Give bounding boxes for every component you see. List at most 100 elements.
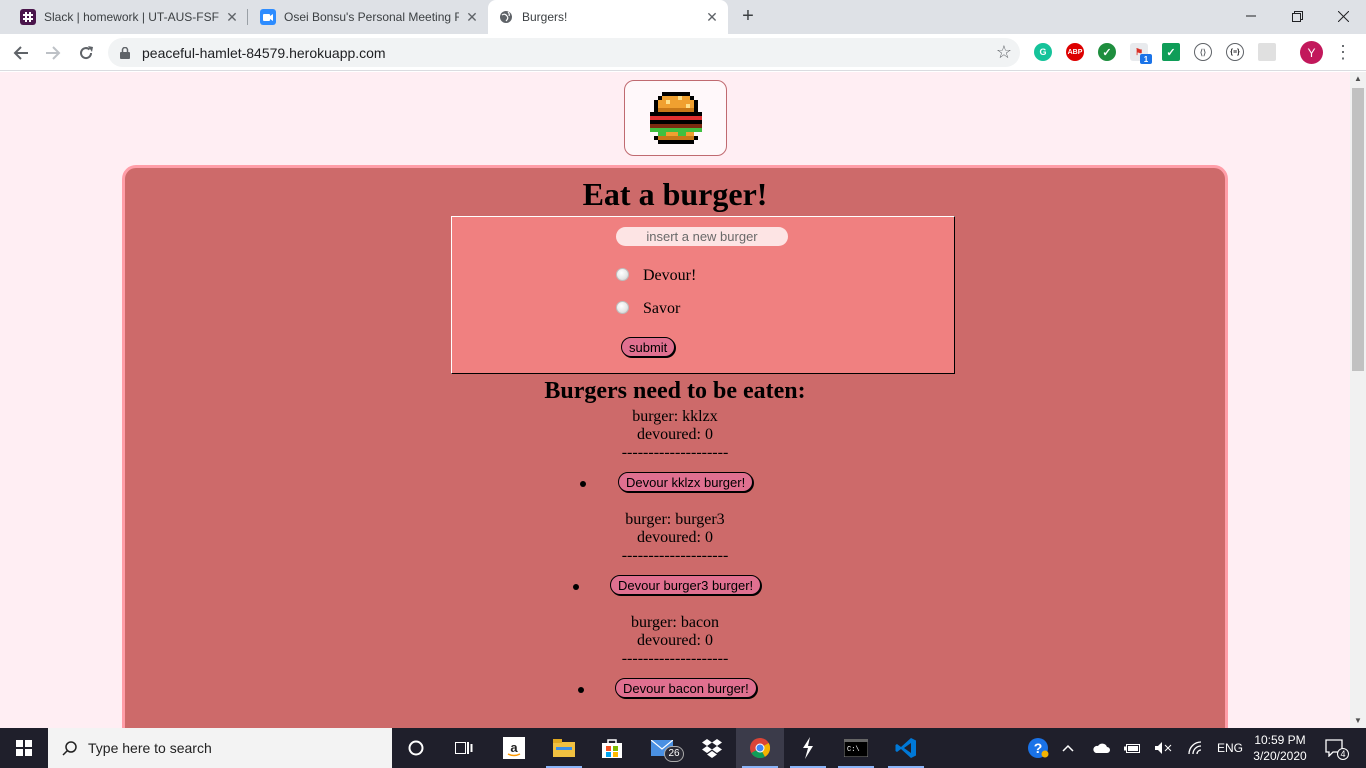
battery-icon[interactable]: [1122, 728, 1144, 768]
savor-label: Savor: [643, 300, 681, 317]
windows-taskbar: Type here to search a 26 C:\ ? ENG 10:59…: [0, 728, 1366, 768]
devour-label: Devour!: [643, 267, 697, 284]
tab-zoom[interactable]: Osei Bonsu's Personal Meeting R ✕: [248, 0, 488, 34]
zoom-icon: [260, 9, 276, 25]
browser-tab-strip: Slack | homework | UT-AUS-FSF-P ✕ Osei B…: [0, 0, 1366, 34]
close-tab-icon[interactable]: ✕: [224, 9, 240, 25]
close-window-icon[interactable]: [1320, 0, 1366, 32]
burger-list-title: Burgers need to be eaten:: [544, 378, 806, 404]
terminal-icon[interactable]: C:\: [832, 728, 880, 768]
tab-burgers[interactable]: Burgers! ✕: [488, 0, 728, 34]
taskbar-search[interactable]: Type here to search: [48, 728, 392, 768]
dropbox-icon[interactable]: [688, 728, 736, 768]
burger-name-input[interactable]: [616, 227, 788, 246]
globe-icon: [498, 9, 514, 25]
task-view-icon[interactable]: [440, 728, 488, 768]
page-title: Eat a burger!: [582, 176, 768, 212]
page-scrollbar[interactable]: ▲ ▼: [1350, 72, 1366, 728]
amazon-icon[interactable]: a: [490, 728, 538, 768]
cortana-icon[interactable]: [392, 728, 440, 768]
list-item: burger: kklzx devoured: 0 --------------…: [125, 408, 1225, 511]
burger-icon: [649, 92, 702, 144]
extension-badge: 1: [1140, 54, 1152, 64]
profile-avatar[interactable]: Y: [1300, 41, 1323, 64]
bullet-icon: [573, 584, 579, 590]
burger-name: burger: burger3: [625, 511, 725, 528]
tab-title: Burgers!: [522, 10, 568, 24]
restore-icon[interactable]: [1274, 0, 1320, 32]
item-divider: --------------------: [621, 547, 729, 564]
svg-text:C:\: C:\: [847, 746, 860, 754]
savor-option[interactable]: Savor: [616, 300, 680, 318]
task-check-icon[interactable]: ✓: [1162, 43, 1180, 61]
mail-badge: 26: [664, 746, 684, 762]
burger-name: burger: bacon: [630, 614, 720, 631]
file-explorer-icon[interactable]: [540, 728, 588, 768]
onedrive-cloud-icon[interactable]: [1090, 728, 1112, 768]
clock[interactable]: 10:59 PM 3/20/2020: [1248, 732, 1312, 764]
show-hidden-icons-chevron-icon[interactable]: [1058, 728, 1078, 768]
devour-bacon-button[interactable]: Devour bacon burger!: [615, 678, 757, 698]
search-placeholder: Type here to search: [88, 740, 212, 756]
devour-kklzx-button[interactable]: Devour kklzx burger!: [618, 472, 754, 492]
devoured-count: devoured: 0: [637, 426, 713, 443]
search-icon: [62, 740, 78, 756]
devoured-count: devoured: 0: [637, 529, 713, 546]
burger-panel: Eat a burger! Devour! Savor submit Burge…: [122, 165, 1228, 728]
reload-icon[interactable]: [73, 40, 99, 66]
burger-form: Devour! Savor submit: [451, 216, 955, 374]
forward-icon[interactable]: [40, 40, 66, 66]
list-item: burger: bacon devoured: 0 --------------…: [125, 614, 1225, 717]
burger-name: burger: kklzx: [632, 408, 718, 425]
page-viewport: Eat a burger! Devour! Savor submit Burge…: [0, 72, 1350, 728]
bullet-icon: [578, 687, 584, 693]
tab-title: Osei Bonsu's Personal Meeting R: [284, 10, 459, 24]
item-divider: --------------------: [621, 650, 729, 667]
devour-radio[interactable]: [616, 267, 629, 281]
savor-radio[interactable]: [616, 300, 629, 314]
vscode-icon[interactable]: [882, 728, 930, 768]
devoured-count: devoured: 0: [637, 632, 713, 649]
notification-center-icon[interactable]: 4: [1320, 728, 1350, 768]
new-tab-button[interactable]: +: [736, 5, 760, 29]
store-icon[interactable]: [588, 728, 636, 768]
tab-title: Slack | homework | UT-AUS-FSF-P: [44, 10, 219, 24]
scroll-up-icon[interactable]: ▲: [1350, 72, 1366, 86]
devour-option[interactable]: Devour!: [616, 267, 696, 285]
windows-start-icon[interactable]: [0, 728, 48, 768]
scrollbar-thumb[interactable]: [1352, 88, 1364, 371]
browser-toolbar: peaceful-hamlet-84579.herokuapp.com ☆ G …: [0, 34, 1366, 71]
mail-icon[interactable]: 26: [638, 728, 686, 768]
wifi-icon[interactable]: [1186, 728, 1208, 768]
tab-slack[interactable]: Slack | homework | UT-AUS-FSF-P ✕: [8, 0, 248, 34]
help-icon[interactable]: ?: [1026, 728, 1050, 768]
svg-text:a: a: [510, 740, 518, 755]
devour-burger3-button[interactable]: Devour burger3 burger!: [610, 575, 762, 595]
back-icon[interactable]: [8, 40, 34, 66]
json-viewer-icon[interactable]: {≡}: [1226, 43, 1244, 61]
slack-icon: [20, 9, 36, 25]
clock-time: 10:59 PM: [1254, 733, 1306, 747]
checkmark-extension-icon[interactable]: ✓: [1098, 43, 1116, 61]
item-divider: --------------------: [621, 444, 729, 461]
minimize-icon[interactable]: [1228, 0, 1274, 32]
list-item: burger: burger3 devoured: 0 ------------…: [125, 511, 1225, 614]
clock-date: 3/20/2020: [1253, 749, 1307, 763]
submit-button[interactable]: submit: [621, 337, 676, 357]
code-brackets-icon[interactable]: ⟨⟩: [1194, 43, 1212, 61]
scroll-down-icon[interactable]: ▼: [1350, 714, 1366, 728]
chrome-taskbar-icon[interactable]: [736, 728, 784, 768]
volume-muted-icon[interactable]: [1152, 728, 1174, 768]
close-tab-icon[interactable]: ✕: [704, 9, 720, 25]
adblock-icon[interactable]: ABP: [1066, 43, 1084, 61]
close-tab-icon[interactable]: ✕: [464, 9, 480, 25]
language-indicator[interactable]: ENG: [1214, 728, 1246, 768]
blank-extension-icon[interactable]: [1258, 43, 1276, 61]
bookmark-star-icon[interactable]: ☆: [996, 42, 1012, 63]
svg-text:?: ?: [1034, 740, 1043, 756]
bullet-icon: [580, 481, 586, 487]
chrome-menu-icon[interactable]: ⋮: [1334, 40, 1352, 66]
lightning-app-icon[interactable]: [784, 728, 832, 768]
address-bar[interactable]: peaceful-hamlet-84579.herokuapp.com ☆: [108, 38, 1020, 67]
grammarly-icon[interactable]: G: [1034, 43, 1052, 61]
